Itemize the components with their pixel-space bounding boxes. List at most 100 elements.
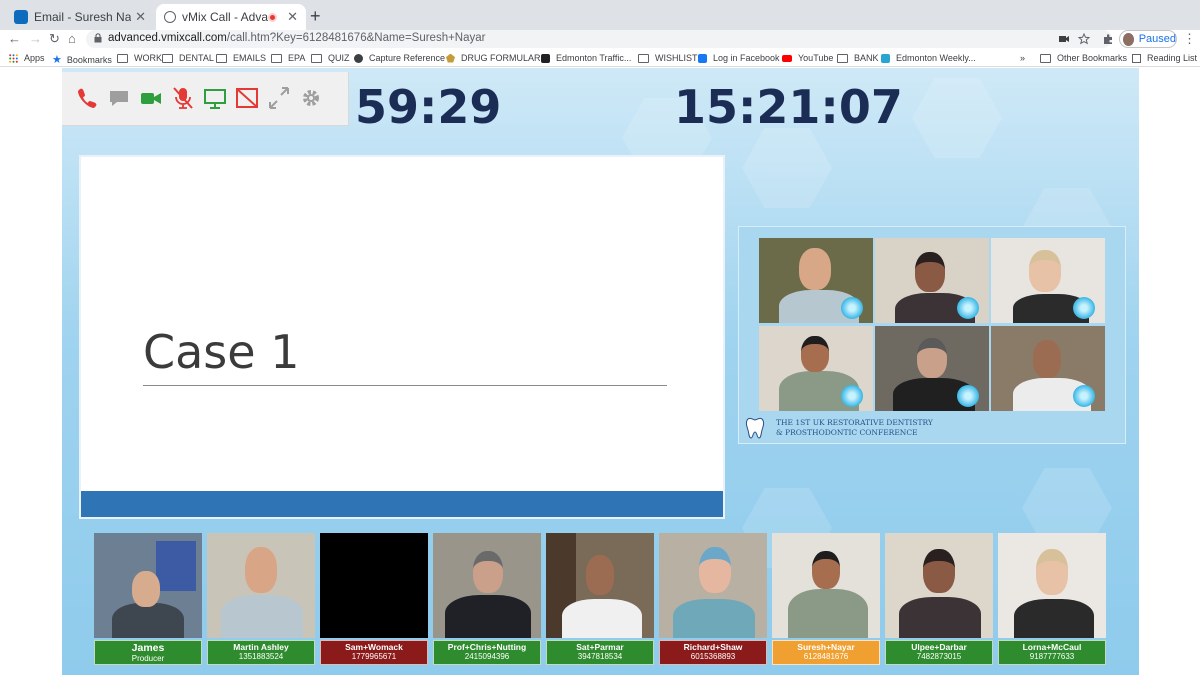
reading-list-icon bbox=[1132, 53, 1141, 63]
star-icon: ★ bbox=[52, 54, 62, 66]
tab-close-icon[interactable]: ✕ bbox=[135, 9, 146, 25]
participant-video bbox=[659, 533, 767, 638]
bookmark-emails[interactable]: EMAILS bbox=[216, 53, 266, 63]
participant-tile[interactable]: James Producer bbox=[94, 533, 202, 665]
mic-muted-icon[interactable] bbox=[172, 86, 194, 110]
apps-grid-icon bbox=[9, 53, 18, 63]
tab-close-icon[interactable]: ✕ bbox=[287, 9, 298, 25]
folder-icon bbox=[216, 53, 227, 63]
folder-icon bbox=[162, 53, 173, 63]
conference-title-line2: & PROSTHODONTIC CONFERENCE bbox=[776, 428, 918, 437]
home-icon[interactable]: ⌂ bbox=[68, 31, 76, 46]
participant-tile[interactable]: Sat+Parmar 3947818534 bbox=[546, 533, 654, 665]
bookmarks-overflow-button[interactable]: » bbox=[1020, 53, 1025, 63]
tab-vmix[interactable]: vMix Call - Advanced ✕ bbox=[156, 4, 306, 30]
participant-tile[interactable]: Lorna+McCaul 9187777633 bbox=[998, 533, 1106, 665]
bookmark-facebook[interactable]: Log in Facebook bbox=[698, 53, 780, 63]
participant-video bbox=[885, 533, 993, 638]
gallery-video bbox=[875, 238, 989, 323]
globe-icon bbox=[164, 11, 176, 23]
back-arrow-icon[interactable]: ← bbox=[8, 31, 21, 46]
camera-in-use-icon[interactable] bbox=[1058, 33, 1070, 45]
more-menu-icon[interactable]: ⋮ bbox=[1183, 31, 1196, 47]
url-text: advanced.vmixcall.com/call.htm?Key=61284… bbox=[108, 32, 486, 44]
participant-label: James Producer bbox=[94, 640, 202, 665]
bookmark-wishlist[interactable]: WISHLIST bbox=[638, 53, 698, 63]
bookmark-quiz[interactable]: QUIZ bbox=[311, 53, 350, 63]
conference-banner: THE 1ST UK RESTORATIVE DENTISTRY & PROST… bbox=[741, 414, 941, 442]
participant-label: Sat+Parmar 3947818534 bbox=[546, 640, 654, 665]
hangup-icon[interactable] bbox=[76, 86, 98, 110]
chat-icon[interactable] bbox=[108, 86, 130, 110]
participant-tile[interactable]: Martin Ashley 1351883524 bbox=[207, 533, 315, 665]
speaker-gallery: THE 1ST UK RESTORATIVE DENTISTRY & PROST… bbox=[738, 226, 1126, 444]
participant-tile[interactable]: Sam+Womack 1779965671 bbox=[320, 533, 428, 665]
reading-list-button[interactable]: Reading List bbox=[1132, 53, 1197, 63]
bookmark-capture-reference[interactable]: Capture Reference bbox=[354, 53, 445, 63]
participant-label: Sam+Womack 1779965671 bbox=[320, 640, 428, 665]
bookmark-youtube[interactable]: YouTube bbox=[782, 53, 833, 63]
call-control-bar bbox=[62, 72, 349, 126]
participant-label: Lorna+McCaul 9187777633 bbox=[998, 640, 1106, 665]
participant-tile[interactable]: Ulpee+Darbar 7482873015 bbox=[885, 533, 993, 665]
gallery-video bbox=[759, 238, 873, 323]
camera-icon[interactable] bbox=[140, 86, 162, 110]
settings-gear-icon[interactable] bbox=[300, 86, 322, 110]
folder-icon bbox=[117, 53, 128, 63]
bookmark-epa[interactable]: EPA bbox=[271, 53, 305, 63]
address-bar[interactable]: advanced.vmixcall.com/call.htm?Key=61284… bbox=[86, 30, 1112, 48]
bookmark-dental[interactable]: DENTAL bbox=[162, 53, 214, 63]
participant-video bbox=[546, 533, 654, 638]
extensions-puzzle-icon[interactable] bbox=[1102, 33, 1114, 45]
participant-video bbox=[320, 533, 428, 638]
bookmark-edmonton-weekly[interactable]: Edmonton Weekly... bbox=[881, 53, 976, 63]
bookmark-drug-formulary[interactable]: DRUG FORMULAR... bbox=[446, 53, 548, 63]
gallery-video bbox=[991, 326, 1105, 411]
profile-button[interactable]: Paused bbox=[1119, 30, 1177, 48]
countdown-timer: 59:29 bbox=[355, 80, 502, 134]
profile-status: Paused bbox=[1138, 33, 1176, 45]
participant-video bbox=[207, 533, 315, 638]
fullscreen-icon[interactable] bbox=[268, 86, 290, 110]
tab-outlook[interactable]: Email - Suresh Nayar - Outlook ✕ bbox=[6, 4, 154, 30]
screen-off-icon[interactable] bbox=[236, 86, 258, 110]
participant-video bbox=[433, 533, 541, 638]
facebook-icon bbox=[698, 53, 707, 63]
presentation-slide: Case 1 bbox=[79, 155, 725, 519]
participant-tile[interactable]: Suresh+Nayar 6128481676 bbox=[772, 533, 880, 665]
bookmark-bookmarks[interactable]: ★ Bookmarks bbox=[52, 53, 112, 66]
bookmark-apps[interactable]: Apps bbox=[9, 53, 45, 63]
reload-icon[interactable]: ↻ bbox=[49, 31, 60, 47]
participant-video bbox=[94, 533, 202, 638]
tab-title: Email - Suresh Nayar - Outlook bbox=[34, 10, 132, 24]
tooth-logo-icon bbox=[745, 417, 765, 439]
site-icon bbox=[881, 53, 890, 63]
participant-label: Richard+Shaw 6015368893 bbox=[659, 640, 767, 665]
slide-footer-bar bbox=[81, 491, 723, 517]
participant-tile[interactable]: Richard+Shaw 6015368893 bbox=[659, 533, 767, 665]
leaf-icon bbox=[446, 53, 455, 63]
participant-video bbox=[772, 533, 880, 638]
participant-label: Prof+Chris+Nutting 2415094396 bbox=[433, 640, 541, 665]
bookmarks-bar: Apps ★ Bookmarks WORK DENTAL EMAILS EPA … bbox=[0, 50, 1200, 67]
new-tab-button[interactable]: + bbox=[310, 6, 321, 27]
bookmark-work[interactable]: WORK bbox=[117, 53, 162, 63]
folder-icon bbox=[311, 53, 322, 63]
bookmark-edmonton-traffic[interactable]: Edmonton Traffic... bbox=[541, 53, 631, 63]
decor-hexagon bbox=[912, 78, 1002, 158]
bookmark-other-bookmarks[interactable]: Other Bookmarks bbox=[1040, 53, 1127, 63]
site-icon bbox=[541, 53, 550, 63]
outlook-icon bbox=[14, 10, 28, 24]
bookmark-bank[interactable]: BANK bbox=[837, 53, 879, 63]
screen-share-icon[interactable] bbox=[204, 86, 226, 110]
lock-icon bbox=[94, 33, 102, 43]
folder-icon bbox=[638, 53, 649, 63]
participant-video bbox=[998, 533, 1106, 638]
participant-tile[interactable]: Prof+Chris+Nutting 2415094396 bbox=[433, 533, 541, 665]
forward-arrow-icon[interactable]: → bbox=[29, 31, 42, 46]
folder-icon bbox=[1040, 53, 1051, 63]
slide-divider bbox=[143, 385, 667, 386]
bookmark-star-icon[interactable] bbox=[1078, 33, 1090, 45]
browser-toolbar: ← → ↻ ⌂ advanced.vmixcall.com/call.htm?K… bbox=[0, 30, 1200, 48]
youtube-icon bbox=[782, 54, 792, 62]
